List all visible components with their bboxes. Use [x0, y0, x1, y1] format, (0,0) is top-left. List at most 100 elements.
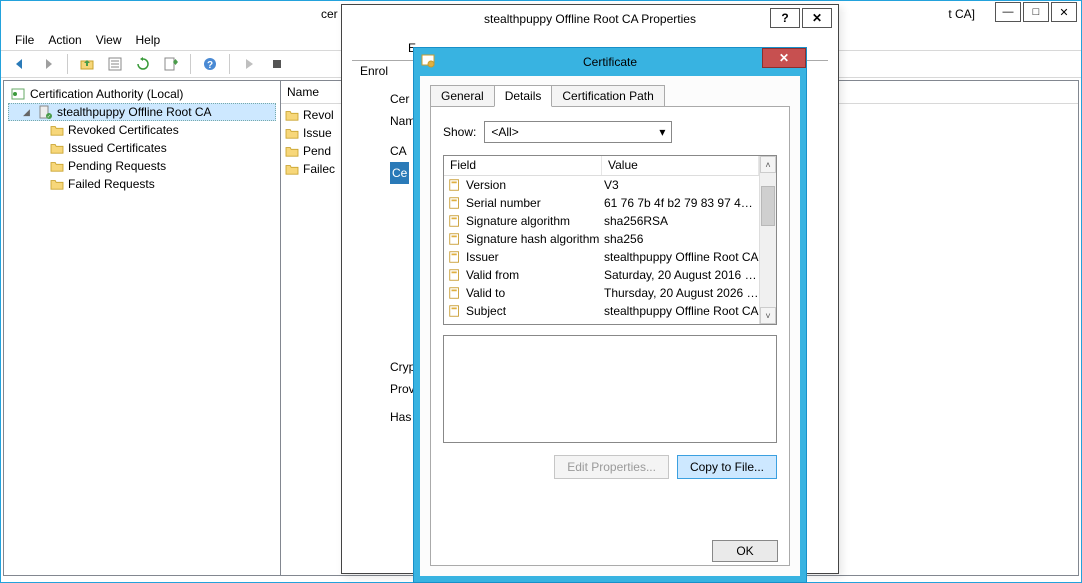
chevron-down-icon: ▾	[659, 125, 665, 139]
properties-button[interactable]	[104, 53, 126, 75]
field-value: 61 76 7b 4f b2 79 83 97 47 c8 ...	[602, 196, 759, 210]
up-button[interactable]	[76, 53, 98, 75]
tree-root[interactable]: Certification Authority (Local)	[8, 85, 276, 103]
field-value: sha256	[602, 232, 759, 246]
close-button[interactable]: ✕	[1051, 2, 1077, 22]
props-cer: Cer	[390, 88, 415, 110]
tree-issued-label: Issued Certificates	[68, 141, 167, 155]
field-row[interactable]: Signature hash algorithmsha256	[444, 230, 759, 248]
show-label: Show:	[443, 125, 476, 139]
folder-icon	[285, 109, 299, 121]
maximize-button[interactable]: □	[1023, 2, 1049, 22]
field-row[interactable]: Subject stealthpuppy Offline Root CA	[444, 302, 759, 320]
folder-icon	[50, 124, 64, 136]
certificate-close-button[interactable]: ✕	[762, 48, 806, 68]
forward-button[interactable]	[37, 53, 59, 75]
tree-failed[interactable]: Failed Requests	[8, 175, 276, 193]
field-name: Valid from	[466, 268, 519, 282]
menu-help[interactable]: Help	[136, 33, 161, 47]
tab-general[interactable]: General	[430, 85, 495, 107]
field-value: stealthpuppy Offline Root CA	[602, 304, 759, 318]
back-button[interactable]	[9, 53, 31, 75]
expander-icon[interactable]: ◢	[23, 107, 33, 118]
props-prov: Prov	[390, 378, 415, 400]
list-item-label: Pend	[303, 144, 331, 158]
arrow-left-icon	[12, 56, 28, 72]
props-ca: CA	[390, 140, 415, 162]
tree-ca[interactable]: ◢ ✓ stealthpuppy Offline Root CA	[8, 103, 276, 121]
certificate-icon	[420, 53, 436, 69]
scroll-up-icon[interactable]: ˄	[760, 156, 776, 173]
properties-window-buttons: ? ✕	[770, 8, 832, 28]
field-name: Serial number	[466, 196, 541, 210]
refresh-button[interactable]	[132, 53, 154, 75]
arrow-right-icon	[40, 56, 56, 72]
props-has: Has	[390, 406, 415, 428]
export-button[interactable]	[160, 53, 182, 75]
toolbar-separator	[190, 54, 191, 74]
header-value[interactable]: Value	[602, 156, 759, 175]
certificate-titlebar[interactable]: Certificate ✕	[414, 48, 806, 76]
field-icon	[448, 286, 462, 300]
help-button[interactable]: ?	[199, 53, 221, 75]
properties-titlebar[interactable]: stealthpuppy Offline Root CA Properties …	[342, 5, 838, 33]
field-name: Subject	[466, 304, 506, 318]
field-value: Saturday, 20 August 2016 9:5...	[602, 268, 759, 282]
play-icon	[241, 56, 257, 72]
list-header-name: Name	[287, 85, 319, 99]
main-title-left: cer	[321, 7, 338, 21]
field-icon	[448, 232, 462, 246]
field-row[interactable]: Serial number 61 76 7b 4f b2 79 83 97 47 …	[444, 194, 759, 212]
certificate-title: Certificate	[583, 55, 637, 69]
tree-failed-label: Failed Requests	[68, 177, 155, 191]
header-field[interactable]: Field	[444, 156, 602, 175]
props-cryp: Cryp	[390, 356, 415, 378]
certificate-tabs: General Details Certification Path	[430, 84, 790, 106]
properties-partial-text: Cer Nam CA Ce Cryp Prov Has	[390, 60, 415, 428]
menu-action[interactable]: Action	[48, 33, 81, 47]
tree-revoked[interactable]: Revoked Certificates	[8, 121, 276, 139]
field-value: stealthpuppy Offline Root CA	[602, 250, 759, 264]
tree-pending[interactable]: Pending Requests	[8, 157, 276, 175]
list-item-label: Failec	[303, 162, 335, 176]
scrollbar[interactable]: ˄ ˅	[759, 156, 776, 324]
field-row[interactable]: Issuerstealthpuppy Offline Root CA	[444, 248, 759, 266]
stop-button[interactable]	[266, 53, 288, 75]
folder-icon	[50, 142, 64, 154]
tab-certification-path[interactable]: Certification Path	[551, 85, 664, 107]
svg-text:✓: ✓	[47, 114, 51, 120]
certificate-dialog: Certificate ✕ General Details Certificat…	[413, 47, 807, 583]
folder-icon	[50, 178, 64, 190]
properties-close-button[interactable]: ✕	[802, 8, 832, 28]
show-dropdown[interactable]: <All> ▾	[484, 121, 672, 143]
certificate-body: General Details Certification Path Show:…	[414, 76, 806, 582]
toolbar-separator	[229, 54, 230, 74]
field-value: sha256RSA	[602, 214, 759, 228]
scroll-thumb[interactable]	[761, 186, 775, 226]
detail-textbox[interactable]	[443, 335, 777, 443]
tree-issued[interactable]: Issued Certificates	[8, 139, 276, 157]
field-icon	[448, 196, 462, 210]
field-list-rows: VersionV3 Serial number 61 76 7b 4f b2 79 …	[444, 176, 759, 320]
play-button[interactable]	[238, 53, 260, 75]
menu-view[interactable]: View	[96, 33, 122, 47]
field-icon	[448, 304, 462, 318]
field-name: Valid to	[466, 286, 505, 300]
field-value: V3	[602, 178, 759, 192]
tab-details[interactable]: Details	[494, 85, 553, 107]
scroll-down-icon[interactable]: ˅	[760, 307, 776, 324]
list-item-label: Issue	[303, 126, 332, 140]
properties-help-button[interactable]: ?	[770, 8, 800, 28]
field-row[interactable]: Valid toThursday, 20 August 2026 10:...	[444, 284, 759, 302]
field-row[interactable]: VersionV3	[444, 176, 759, 194]
minimize-button[interactable]: —	[995, 2, 1021, 22]
field-row[interactable]: Signature algorithmsha256RSA	[444, 212, 759, 230]
folder-icon	[285, 145, 299, 157]
props-cert-selected[interactable]: Ce	[390, 162, 409, 184]
stop-icon	[269, 56, 285, 72]
list-item-label: Revol	[303, 108, 334, 122]
copy-to-file-button[interactable]: Copy to File...	[677, 455, 777, 479]
ok-button[interactable]: OK	[712, 540, 778, 562]
field-row[interactable]: Valid from Saturday, 20 August 2016 9:5..…	[444, 266, 759, 284]
menu-file[interactable]: File	[15, 33, 34, 47]
